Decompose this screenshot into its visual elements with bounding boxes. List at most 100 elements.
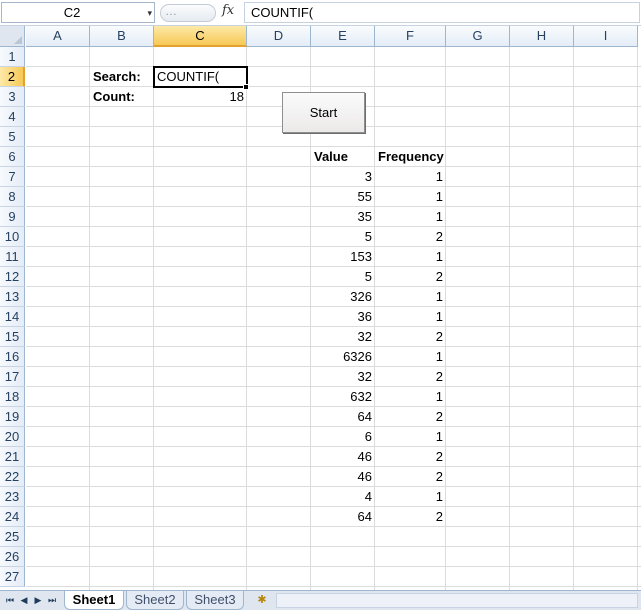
row-header-19[interactable]: 19 <box>0 407 25 427</box>
horizontal-scrollbar[interactable] <box>276 593 638 608</box>
row-header-11[interactable]: 11 <box>0 247 25 267</box>
column-header-d[interactable]: D <box>247 26 311 47</box>
gridline-vertical <box>153 47 154 590</box>
name-box-value: C2 <box>63 5 81 20</box>
gridline-horizontal <box>26 586 641 587</box>
start-button[interactable]: Start <box>282 92 365 133</box>
sheet-tabs-bar: ⏮ ◀ ▶ ⏭ Sheet1 Sheet2 Sheet3 ✱ <box>0 590 641 610</box>
row-header-25[interactable]: 25 <box>0 527 25 547</box>
row-header-20[interactable]: 20 <box>0 427 25 447</box>
row-header-21[interactable]: 21 <box>0 447 25 467</box>
frequency-header-cell[interactable]: Frequency <box>375 147 446 167</box>
row-header-10[interactable]: 10 <box>0 227 25 247</box>
column-header-g[interactable]: G <box>446 26 510 47</box>
value-cell[interactable]: 64 <box>311 507 375 527</box>
frequency-cell[interactable]: 1 <box>375 187 446 207</box>
value-cell[interactable]: 32 <box>311 327 375 347</box>
value-cell[interactable]: 5 <box>311 227 375 247</box>
column-header-a[interactable]: A <box>26 26 90 47</box>
value-cell[interactable]: 64 <box>311 407 375 427</box>
value-header-cell[interactable]: Value <box>311 147 375 167</box>
value-cell[interactable]: 3 <box>311 167 375 187</box>
row-header-9[interactable]: 9 <box>0 207 25 227</box>
select-all-button[interactable] <box>0 26 25 47</box>
row-header-1[interactable]: 1 <box>0 47 25 67</box>
frequency-cell[interactable]: 2 <box>375 227 446 247</box>
row-header-15[interactable]: 15 <box>0 327 25 347</box>
first-sheet-icon[interactable]: ⏮ <box>3 593 17 608</box>
column-header-i[interactable]: I <box>574 26 638 47</box>
row-header-27[interactable]: 27 <box>0 567 25 587</box>
frequency-cell[interactable]: 1 <box>375 307 446 327</box>
frequency-cell[interactable]: 1 <box>375 387 446 407</box>
count-value-cell[interactable]: 18 <box>154 87 247 107</box>
column-header-e[interactable]: E <box>311 26 375 47</box>
row-header-12[interactable]: 12 <box>0 267 25 287</box>
tab-sheet1[interactable]: Sheet1 <box>64 591 124 610</box>
frequency-cell[interactable]: 2 <box>375 507 446 527</box>
tab-sheet2[interactable]: Sheet2 <box>126 591 184 610</box>
value-cell[interactable]: 6326 <box>311 347 375 367</box>
row-header-17[interactable]: 17 <box>0 367 25 387</box>
frequency-cell[interactable]: 1 <box>375 427 446 447</box>
chevron-down-icon[interactable]: ▾ <box>147 3 152 23</box>
insert-sheet-icon[interactable]: ✱ <box>252 593 272 608</box>
row-header-26[interactable]: 26 <box>0 547 25 567</box>
row-header-22[interactable]: 22 <box>0 467 25 487</box>
value-cell[interactable]: 35 <box>311 207 375 227</box>
fill-handle[interactable] <box>243 84 249 90</box>
value-cell[interactable]: 55 <box>311 187 375 207</box>
formula-input[interactable]: COUNTIF( <box>244 2 640 23</box>
column-header-h[interactable]: H <box>510 26 574 47</box>
frequency-cell[interactable]: 1 <box>375 207 446 227</box>
insert-function-icon[interactable]: fx <box>222 3 234 18</box>
row-header-8[interactable]: 8 <box>0 187 25 207</box>
row-header-18[interactable]: 18 <box>0 387 25 407</box>
row-header-7[interactable]: 7 <box>0 167 25 187</box>
row-header-24[interactable]: 24 <box>0 507 25 527</box>
value-cell[interactable]: 4 <box>311 487 375 507</box>
row-header-14[interactable]: 14 <box>0 307 25 327</box>
column-header-b[interactable]: B <box>90 26 154 47</box>
search-label-cell[interactable]: Search: <box>90 67 154 87</box>
value-cell[interactable]: 36 <box>311 307 375 327</box>
row-header-6[interactable]: 6 <box>0 147 25 167</box>
last-sheet-icon[interactable]: ⏭ <box>45 593 59 608</box>
tab-sheet3[interactable]: Sheet3 <box>186 591 244 610</box>
formula-bar-resize-handle[interactable]: … <box>160 4 216 22</box>
row-header-3[interactable]: 3 <box>0 87 25 107</box>
frequency-cell[interactable]: 1 <box>375 167 446 187</box>
value-cell[interactable]: 632 <box>311 387 375 407</box>
frequency-cell[interactable]: 2 <box>375 367 446 387</box>
previous-sheet-icon[interactable]: ◀ <box>17 593 31 608</box>
gridline-vertical <box>573 47 574 590</box>
frequency-cell[interactable]: 2 <box>375 467 446 487</box>
row-header-2[interactable]: 2 <box>0 67 25 87</box>
next-sheet-icon[interactable]: ▶ <box>31 593 45 608</box>
frequency-cell[interactable]: 2 <box>375 447 446 467</box>
frequency-cell[interactable]: 2 <box>375 267 446 287</box>
value-cell[interactable]: 46 <box>311 467 375 487</box>
frequency-cell[interactable]: 1 <box>375 487 446 507</box>
column-header-f[interactable]: F <box>375 26 446 47</box>
row-header-13[interactable]: 13 <box>0 287 25 307</box>
row-header-16[interactable]: 16 <box>0 347 25 367</box>
value-cell[interactable]: 153 <box>311 247 375 267</box>
gridline-vertical <box>637 47 638 590</box>
value-cell[interactable]: 5 <box>311 267 375 287</box>
row-header-4[interactable]: 4 <box>0 107 25 127</box>
value-cell[interactable]: 326 <box>311 287 375 307</box>
value-cell[interactable]: 6 <box>311 427 375 447</box>
name-box[interactable]: C2 ▾ <box>1 2 155 23</box>
frequency-cell[interactable]: 2 <box>375 407 446 427</box>
column-header-c[interactable]: C <box>154 26 247 47</box>
frequency-cell[interactable]: 1 <box>375 247 446 267</box>
row-header-5[interactable]: 5 <box>0 127 25 147</box>
row-header-23[interactable]: 23 <box>0 487 25 507</box>
value-cell[interactable]: 46 <box>311 447 375 467</box>
value-cell[interactable]: 32 <box>311 367 375 387</box>
frequency-cell[interactable]: 1 <box>375 347 446 367</box>
frequency-cell[interactable]: 2 <box>375 327 446 347</box>
frequency-cell[interactable]: 1 <box>375 287 446 307</box>
count-label-cell[interactable]: Count: <box>90 87 154 107</box>
